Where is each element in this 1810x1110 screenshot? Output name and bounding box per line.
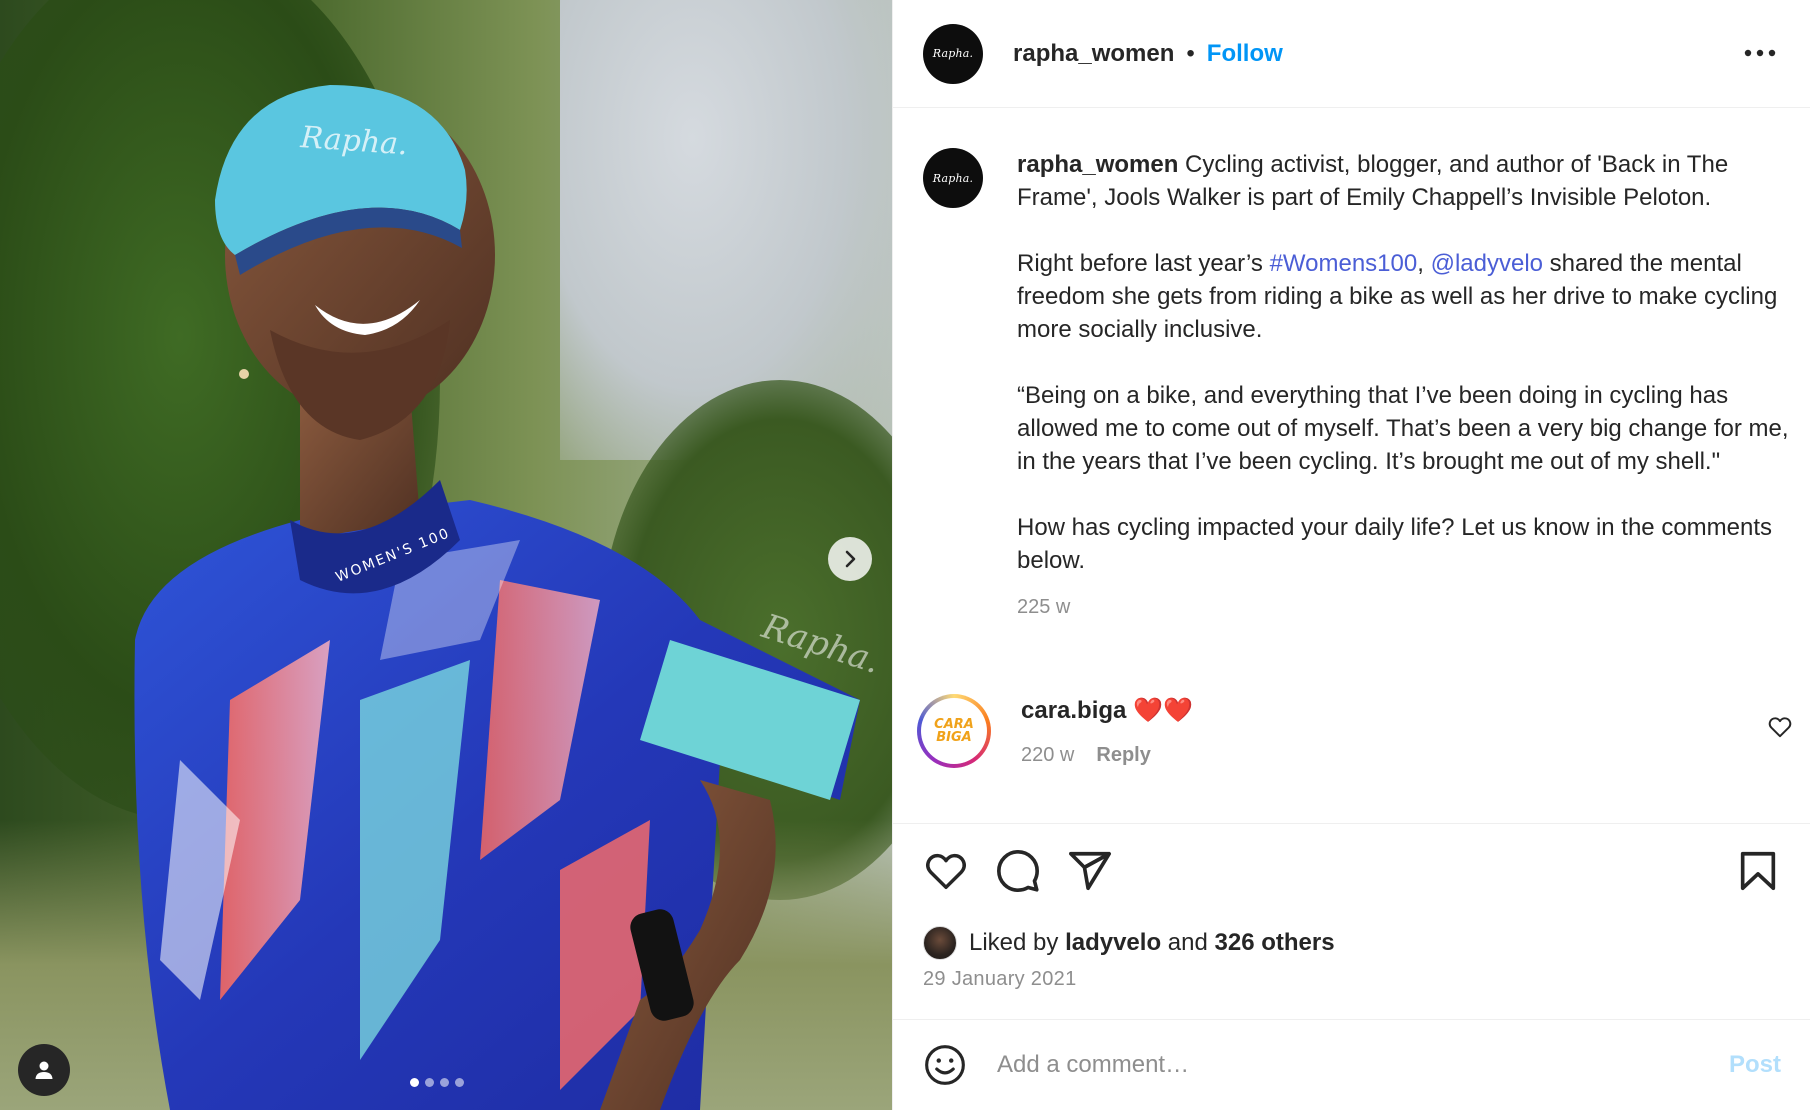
post-side-panel: Rapha. rapha_women • Follow Rapha. rapha… (892, 0, 1810, 1110)
liker-avatar[interactable] (923, 926, 957, 960)
commenter-avatar[interactable]: CARA BIGA (917, 694, 991, 768)
post-comment-button[interactable]: Post (1729, 1051, 1781, 1079)
author-avatar-logo: Rapha. (932, 47, 974, 60)
commenter-avatar-inner: CARA BIGA (921, 698, 987, 764)
comment-body: cara.biga ❤️❤️ 220 w Reply (1021, 694, 1193, 768)
more-horizontal-icon (1744, 49, 1776, 57)
photo-rider-illustration: Rapha. WOMEN'S 100 Rapha. (134, 85, 885, 1110)
caption-paragraph: Right before last year’s #Womens100, @la… (1017, 247, 1793, 346)
share-button[interactable] (1067, 848, 1113, 894)
liked-by-prefix: Liked by (969, 929, 1059, 956)
carousel-dot (455, 1078, 464, 1087)
comment-text: ❤️❤️ (1133, 697, 1193, 724)
likes-summary: Liked by ladyvelo and 326 others (923, 926, 1335, 960)
liked-by-user[interactable]: ladyvelo (1065, 929, 1161, 957)
comments-section: Rapha. rapha_women Cycling activist, blo… (893, 108, 1810, 824)
commenter-username[interactable]: cara.biga (1021, 697, 1126, 724)
caption-text-segment: , (1417, 250, 1431, 277)
caption-text-segment: Right before last year’s (1017, 250, 1270, 277)
caption-paragraph: “Being on a bike, and everything that I’… (1017, 379, 1793, 478)
comment-button[interactable] (995, 848, 1041, 894)
like-button[interactable] (923, 848, 969, 894)
comment-input[interactable] (997, 1051, 1729, 1079)
paper-plane-icon (1069, 851, 1111, 891)
hashtag-link[interactable]: #Womens100 (1270, 250, 1418, 277)
caption-body: rapha_women Cycling activist, blogger, a… (1017, 148, 1793, 624)
caption-author-avatar[interactable]: Rapha. (923, 148, 983, 208)
author-username[interactable]: rapha_women (1013, 40, 1174, 68)
carousel-indicator (410, 1078, 464, 1087)
comment-bubble-icon (997, 850, 1039, 892)
post-header: Rapha. rapha_women • Follow (893, 0, 1810, 108)
user-tag-icon (35, 1061, 53, 1079)
follow-button[interactable]: Follow (1207, 40, 1283, 68)
post-photo[interactable]: Rapha. WOMEN'S 100 Rapha. (0, 0, 892, 1110)
caption-age: 225 w (1017, 596, 1071, 618)
caption-text-segment: “Being on a bike, and everything that I’… (1017, 382, 1789, 475)
carousel-dot (440, 1078, 449, 1087)
caption-text-segment: How has cycling impacted your daily life… (1017, 514, 1773, 574)
action-row (923, 848, 1781, 896)
reply-button[interactable]: Reply (1096, 744, 1150, 767)
comment-line: cara.biga ❤️❤️ (1021, 694, 1193, 728)
post-actions: Liked by ladyvelo and 326 others 29 Janu… (893, 824, 1810, 1020)
chevron-right-icon (845, 550, 856, 568)
comment-age: 220 w (1021, 744, 1075, 766)
save-button[interactable] (1735, 848, 1781, 894)
caption-username[interactable]: rapha_women (1017, 151, 1178, 178)
commenter-avatar-logo: CARA BIGA (934, 718, 974, 744)
caption-paragraph: How has cycling impacted your daily life… (1017, 511, 1793, 577)
liked-by-others[interactable]: 326 others (1215, 929, 1335, 957)
post-caption: Rapha. rapha_women Cycling activist, blo… (923, 148, 1793, 624)
header-separator: • (1186, 39, 1195, 67)
caption-text: rapha_women Cycling activist, blogger, a… (1017, 148, 1793, 577)
comment-composer: Post (893, 1020, 1810, 1110)
post-date[interactable]: 29 January 2021 (923, 968, 1077, 991)
caption-author-avatar-logo: Rapha. (932, 171, 974, 185)
carousel-dot (425, 1078, 434, 1087)
comment-meta: 220 w Reply (1021, 744, 1193, 767)
emoji-button[interactable] (923, 1043, 967, 1087)
more-options-button[interactable] (1740, 38, 1780, 68)
heart-icon (926, 853, 966, 890)
carousel-next-button[interactable] (828, 537, 872, 581)
commenter-avatar-line2: BIGA (936, 730, 972, 745)
tagged-users-button[interactable] (18, 1044, 70, 1096)
smiley-icon (925, 1045, 965, 1085)
caption-paragraph: rapha_women Cycling activist, blogger, a… (1017, 148, 1793, 214)
heart-icon (1768, 717, 1792, 738)
liked-by-and: and (1167, 929, 1208, 956)
bookmark-icon (1740, 851, 1776, 891)
carousel-dot-active (410, 1078, 419, 1087)
comment-item: CARA BIGA cara.biga ❤️❤️ 220 w Reply (917, 694, 1793, 768)
comment-like-button[interactable] (1767, 714, 1793, 740)
author-avatar[interactable]: Rapha. (923, 23, 983, 84)
mention-link[interactable]: @ladyvelo (1431, 250, 1543, 277)
